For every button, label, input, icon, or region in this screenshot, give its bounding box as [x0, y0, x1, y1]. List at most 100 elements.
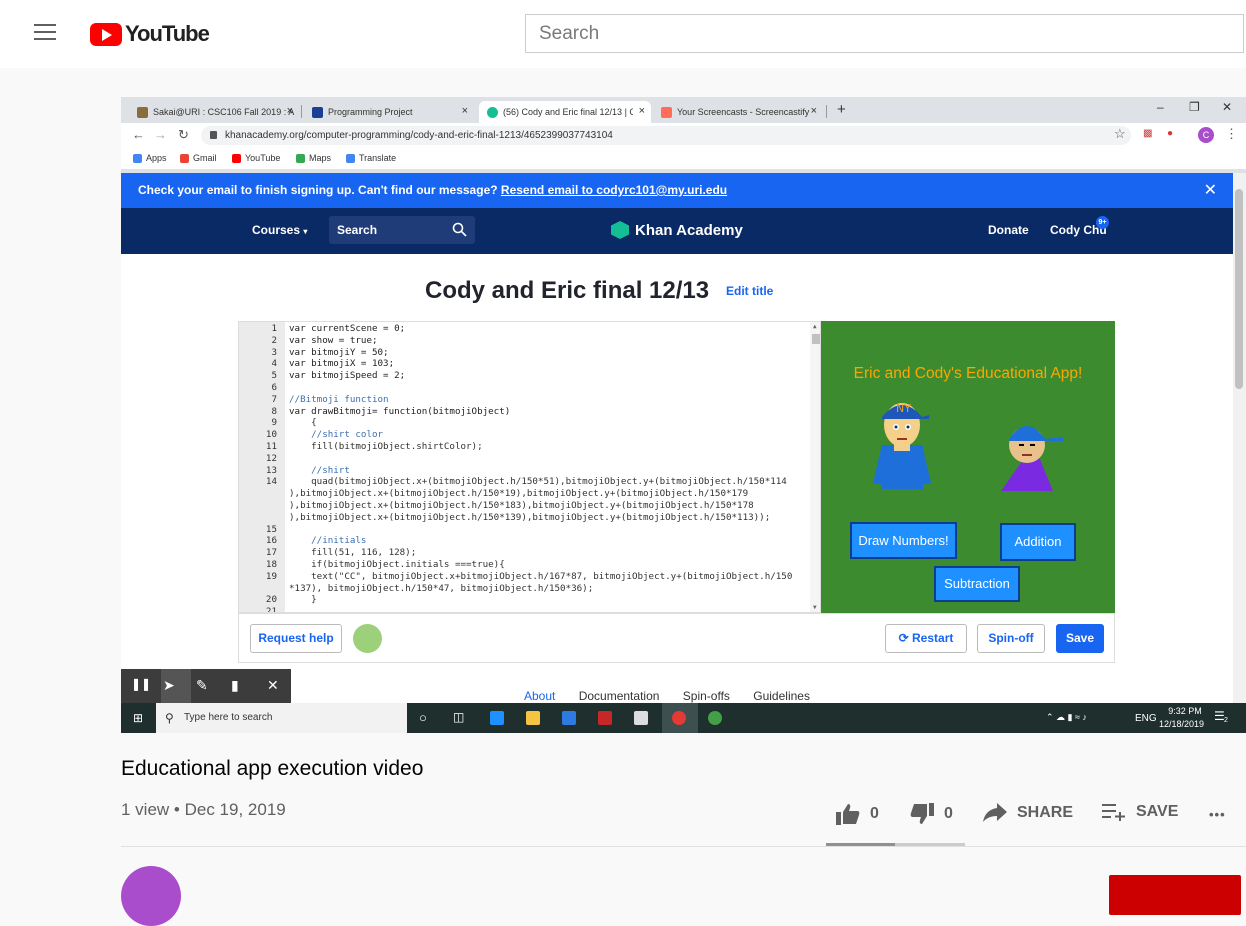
- draw-numbers-button[interactable]: Draw Numbers!: [850, 522, 957, 559]
- translate-icon: [346, 153, 355, 163]
- code-text: var bitmojiSpeed = 2;: [289, 370, 406, 382]
- system-tray-icons[interactable]: ⌃ ☁ ▮ ≈ ♪: [1046, 712, 1087, 723]
- code-text: var bitmojiX = 103;: [289, 358, 395, 370]
- line-number: 6: [271, 382, 277, 393]
- screencastify-toolbar: ❚❚ ➤ ✎ ▮ ✕: [121, 669, 291, 703]
- close-icon[interactable]: ✕: [267, 677, 279, 694]
- page-scrollbar[interactable]: [1233, 173, 1246, 703]
- share-button[interactable]: SHARE: [983, 803, 1073, 823]
- more-actions-icon[interactable]: •••: [1209, 807, 1226, 822]
- forward-icon[interactable]: →: [154, 127, 167, 142]
- tab-documentation[interactable]: Documentation: [579, 689, 660, 703]
- close-icon[interactable]: ×: [639, 105, 645, 117]
- line-number: 19: [265, 570, 277, 582]
- code-text: var bitmojiY = 50;: [289, 346, 389, 358]
- channel-avatar[interactable]: [121, 866, 181, 926]
- back-icon[interactable]: ←: [132, 127, 145, 142]
- khan-icon: [487, 106, 498, 118]
- store-icon[interactable]: [562, 711, 576, 725]
- bookmark-youtube[interactable]: YouTube: [232, 153, 280, 163]
- windows-start-icon[interactable]: ⊞: [133, 711, 143, 725]
- code-text: //initials: [289, 535, 367, 547]
- language-indicator[interactable]: ENG: [1135, 713, 1157, 724]
- profile-avatar[interactable]: C: [1198, 127, 1214, 143]
- close-icon[interactable]: ✕: [1204, 173, 1217, 208]
- eraser-icon[interactable]: ▮: [231, 677, 239, 694]
- dislike-button[interactable]: 0: [910, 803, 953, 825]
- tab-about[interactable]: About: [524, 689, 555, 703]
- search-input[interactable]: [525, 14, 1244, 53]
- video-player[interactable]: Sakai@URI : CSC106 Fall 2019 : A × Progr…: [121, 97, 1246, 733]
- save-to-playlist-button[interactable]: SAVE: [1102, 803, 1178, 821]
- mail-icon[interactable]: [634, 711, 648, 725]
- restart-button[interactable]: ⟳ Restart: [885, 624, 967, 653]
- bookmark-translate[interactable]: Translate: [346, 153, 396, 163]
- edge-icon[interactable]: [490, 711, 504, 725]
- window-close-icon[interactable]: ✕: [1222, 100, 1232, 114]
- donate-link[interactable]: Donate: [988, 223, 1029, 237]
- clock-time[interactable]: 9:32 PM: [1165, 706, 1205, 716]
- cortana-icon[interactable]: ○: [419, 710, 427, 725]
- code-editor[interactable]: 1 var currentScene = 0; 2 var show = true; 3…: [238, 321, 821, 613]
- cursor-icon[interactable]: ➤: [163, 677, 175, 694]
- code-text: var show = true;: [289, 334, 378, 346]
- chrome-icon[interactable]: [708, 711, 722, 725]
- code-line: 15: [239, 524, 820, 535]
- browser-tab-khan[interactable]: (56) Cody and Eric final 12/13 | C ×: [479, 101, 651, 123]
- url-field[interactable]: khanacademy.org/computer-programming/cod…: [201, 126, 1131, 145]
- bookmark-gmail[interactable]: Gmail: [180, 153, 217, 163]
- code-line: 16 //initials: [239, 535, 820, 547]
- pause-icon[interactable]: ❚❚: [131, 677, 151, 691]
- view-count: 1 view: [121, 800, 170, 819]
- subscribe-button[interactable]: [1109, 875, 1241, 915]
- tab-spin-offs[interactable]: Spin-offs: [683, 689, 730, 703]
- browser-tab-screencastify[interactable]: Your Screencasts - Screencastify ×: [653, 101, 823, 123]
- resend-email-link[interactable]: Resend email to codyrc101@my.uri.edu: [501, 183, 727, 197]
- line-number: 14: [265, 476, 277, 488]
- subtraction-button[interactable]: Subtraction: [934, 566, 1020, 602]
- taskbar-search[interactable]: ⚲ Type here to search: [156, 703, 407, 733]
- save-button[interactable]: Save: [1056, 624, 1104, 653]
- request-help-button[interactable]: Request help: [250, 624, 342, 653]
- bookmark-apps[interactable]: Apps: [133, 153, 167, 163]
- edit-title-link[interactable]: Edit title: [726, 284, 773, 298]
- khan-search-input[interactable]: Search: [329, 216, 475, 244]
- youtube-header: YouTube: [0, 0, 1246, 68]
- address-bar: ← → ↻ khanacademy.org/computer-programmi…: [121, 123, 1246, 147]
- minimize-icon[interactable]: –: [1157, 100, 1164, 114]
- close-icon[interactable]: ×: [811, 105, 817, 117]
- browser-tab-sakai[interactable]: Sakai@URI : CSC106 Fall 2019 : A ×: [129, 101, 299, 123]
- reload-icon[interactable]: ↻: [178, 127, 189, 143]
- close-icon[interactable]: ×: [287, 105, 293, 117]
- task-view-icon[interactable]: ◫: [453, 710, 464, 724]
- new-tab-button[interactable]: +: [837, 101, 846, 118]
- clock-date[interactable]: 12/18/2019: [1159, 719, 1204, 729]
- apps-icon: [133, 153, 142, 163]
- chrome-menu-icon[interactable]: ⋮: [1225, 126, 1238, 142]
- courses-menu[interactable]: Courses ▾: [252, 223, 307, 237]
- bookmark-star-icon[interactable]: ☆: [1114, 126, 1126, 142]
- menu-icon[interactable]: [34, 24, 56, 42]
- youtube-play-icon: [90, 22, 122, 46]
- browser-tab-programming-project[interactable]: Programming Project ×: [304, 101, 474, 123]
- khan-logo[interactable]: Khan Academy: [611, 221, 743, 239]
- code-text: if(bitmojiObject.initials ===true){: [289, 559, 505, 570]
- close-icon[interactable]: ×: [462, 105, 468, 117]
- like-button[interactable]: 0: [836, 803, 879, 825]
- line-number: 10: [265, 429, 277, 441]
- spin-off-button[interactable]: Spin-off: [977, 624, 1045, 653]
- pen-icon[interactable]: ✎: [196, 677, 208, 694]
- bookmark-maps[interactable]: Maps: [296, 153, 331, 163]
- editor-scrollbar[interactable]: ▲ ▼: [810, 322, 820, 612]
- chrome-icon[interactable]: [672, 711, 686, 725]
- document-icon: [312, 106, 323, 118]
- file-explorer-icon[interactable]: [526, 711, 540, 725]
- maximize-icon[interactable]: ❐: [1189, 100, 1200, 114]
- tab-guidelines[interactable]: Guidelines: [753, 689, 810, 703]
- gift-icon[interactable]: [598, 711, 612, 725]
- youtube-logo[interactable]: YouTube: [90, 21, 210, 47]
- extension-icon[interactable]: ▩: [1143, 128, 1152, 139]
- addition-button[interactable]: Addition: [1000, 523, 1076, 561]
- program-canvas[interactable]: Eric and Cody's Educational App! NY Draw…: [821, 321, 1115, 613]
- screencastify-extension-icon[interactable]: ●: [1167, 128, 1173, 139]
